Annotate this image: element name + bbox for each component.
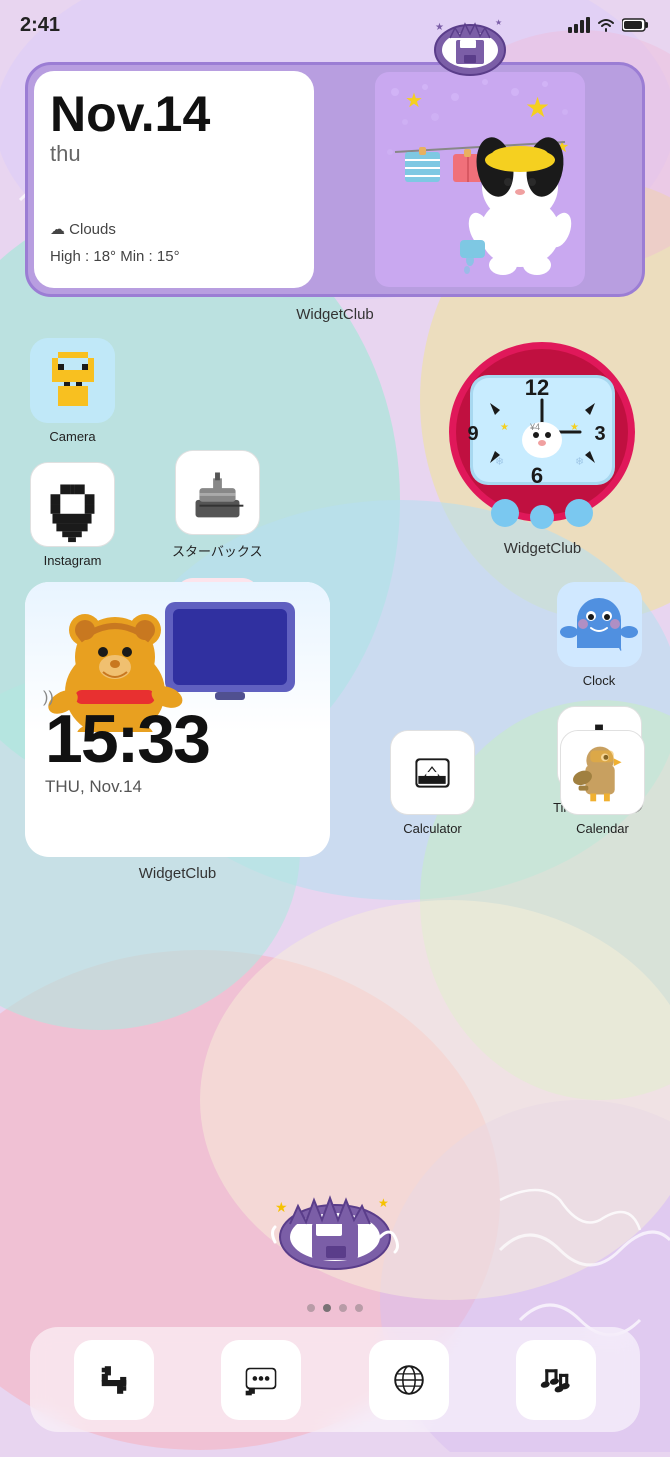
svg-text:❄: ❄ xyxy=(575,456,584,468)
widget-day: thu xyxy=(50,141,298,167)
starbucks-app[interactable]: スターバックス xyxy=(172,450,262,560)
messages-dock-icon[interactable] xyxy=(221,1340,301,1420)
time-widget[interactable]: )) 15:33 THU, Nov.14 xyxy=(25,582,330,857)
widget-date-card: Nov.14 thu ☁ Clouds High : 18° Min : 15° xyxy=(34,71,314,288)
clock-label: Clock xyxy=(583,673,616,688)
battery-icon xyxy=(622,17,650,33)
calendar-label: Calendar xyxy=(576,821,629,836)
page-dot-4 xyxy=(355,1304,363,1312)
svg-text:★: ★ xyxy=(570,422,579,433)
pompom-character: ★ ★ ★ xyxy=(375,72,585,287)
clock-widget-container[interactable]: 12 3 6 9 ★ ★ ¥4 ❄ ❄ xyxy=(445,335,640,530)
music-dock-icon[interactable] xyxy=(516,1340,596,1420)
widget-club-label-clock: WidgetClub xyxy=(445,540,640,557)
phone-dock-icon[interactable] xyxy=(74,1340,154,1420)
svg-text:★: ★ xyxy=(378,1196,389,1210)
camera-label: Camera xyxy=(49,429,95,444)
time-value: 15:33 xyxy=(45,705,209,773)
signal-icon xyxy=(568,17,590,33)
mascot-logo-bottom: ★ ★ xyxy=(270,1182,400,1272)
wifi-icon xyxy=(596,17,616,33)
svg-text:★: ★ xyxy=(525,92,550,123)
status-time: 2:41 xyxy=(20,14,60,37)
weather-temp: High : 18° Min : 15° xyxy=(50,243,298,270)
tamagotchi-clock: 12 3 6 9 ★ ★ ¥4 ❄ ❄ xyxy=(445,335,640,530)
svg-text:★: ★ xyxy=(275,1199,288,1215)
instagram-app[interactable]: Instagram xyxy=(30,462,115,568)
starbucks-label: スターバックス xyxy=(172,541,262,560)
dock xyxy=(30,1327,640,1432)
svg-text:★: ★ xyxy=(435,22,444,33)
svg-text:9: 9 xyxy=(467,423,478,445)
time-display: 15:33 THU, Nov.14 xyxy=(45,705,209,797)
safari-icon xyxy=(386,1357,432,1403)
safari-dock-icon[interactable] xyxy=(369,1340,449,1420)
svg-text:6: 6 xyxy=(531,463,543,488)
widget-character: ★ ★ ★ xyxy=(323,71,636,288)
page-dot-1 xyxy=(307,1304,315,1312)
instagram-icon xyxy=(31,462,114,547)
app-column-left: Camera Instagram xyxy=(30,338,115,568)
page-indicator xyxy=(307,1304,363,1312)
starbucks-icon xyxy=(176,450,259,535)
status-icons xyxy=(568,17,650,33)
page-dot-3 xyxy=(339,1304,347,1312)
clock-app-icon xyxy=(557,582,642,667)
widget-club-label-time: WidgetClub xyxy=(25,865,330,882)
widget-weather-info: ☁ Clouds High : 18° Min : 15° xyxy=(50,216,298,270)
messages-icon xyxy=(238,1357,284,1403)
calendar-icon xyxy=(561,730,644,815)
calculator-icon xyxy=(391,730,474,815)
camera-icon xyxy=(30,338,115,423)
time-date: THU, Nov.14 xyxy=(45,777,209,797)
mascot-logo-top: ★ ★ xyxy=(430,10,510,80)
status-bar: 2:41 ★ ★ xyxy=(0,0,670,50)
widget-club-label-1: WidgetClub xyxy=(0,306,670,323)
widget-date: Nov.14 xyxy=(50,89,298,139)
calendar-app[interactable]: Calendar xyxy=(560,730,645,836)
phone-icon xyxy=(91,1357,137,1403)
page-dot-2 xyxy=(323,1304,331,1312)
weather-label: Clouds xyxy=(69,221,116,238)
widgetclub-mascot-bottom: ★ ★ xyxy=(270,1182,400,1277)
svg-text:3: 3 xyxy=(594,423,605,445)
top-widget[interactable]: Nov.14 thu ☁ Clouds High : 18° Min : 15°… xyxy=(25,62,645,297)
clock-app[interactable]: Clock xyxy=(553,582,645,688)
camera-app[interactable]: Camera xyxy=(30,338,115,444)
instagram-label: Instagram xyxy=(44,553,102,568)
calculator-label: Calculator xyxy=(403,821,462,836)
weather-icon: ☁ xyxy=(50,221,65,238)
svg-text:❄: ❄ xyxy=(495,456,504,468)
svg-text:★: ★ xyxy=(500,422,509,433)
svg-text:★: ★ xyxy=(495,18,502,27)
music-icon xyxy=(533,1357,579,1403)
calculator-app[interactable]: Calculator xyxy=(390,730,475,836)
svg-text:★: ★ xyxy=(405,90,423,112)
svg-text:12: 12 xyxy=(525,375,549,400)
svg-text:¥4: ¥4 xyxy=(529,422,540,432)
